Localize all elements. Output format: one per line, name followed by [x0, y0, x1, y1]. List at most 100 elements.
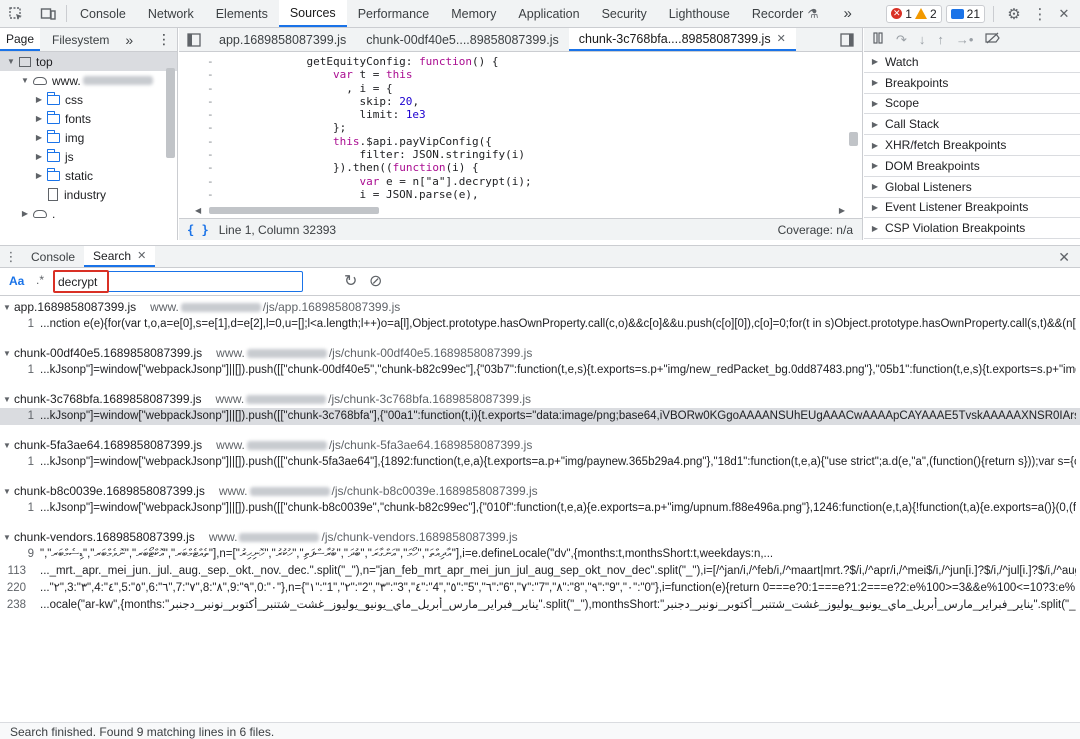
result-file-header[interactable]: ▼ chunk-3c768bfa.1689858087399.js www. /js/…: [0, 390, 1080, 408]
issues-counter[interactable]: ✕ 1 2: [886, 4, 942, 23]
search-match-line[interactable]: 113 ..._mrt._apr._mei_jun._jul._aug._sep.…: [0, 563, 1080, 580]
tab-lighthouse[interactable]: Lighthouse: [658, 0, 741, 27]
hscroll-thumb[interactable]: [209, 207, 379, 214]
debugger-section-breakpoints[interactable]: ▶ Breakpoints: [864, 72, 1080, 94]
device-toolbar-icon[interactable]: [32, 0, 64, 27]
result-file-header[interactable]: ▼ chunk-vendors.1689858087399.js www. /js/c…: [0, 528, 1080, 546]
close-devtools-icon[interactable]: ✕: [1054, 6, 1074, 22]
search-match-line[interactable]: 1 ...kJsonp"]=window["webpackJsonp"]||[])…: [0, 362, 1080, 379]
search-match-line[interactable]: 220 ..."٢",3:"٣",4:"٤",5:"٥",6:"٦",7:"٧",…: [0, 580, 1080, 597]
scroll-left-icon[interactable]: ◀: [195, 206, 201, 215]
code-line: - skip: 20,: [179, 95, 849, 108]
step-icon[interactable]: →•: [956, 32, 974, 47]
code-view[interactable]: - getEquityConfig: function() {- var t =…: [179, 52, 849, 204]
tab-label: Recorder: [751, 6, 804, 21]
tab-recorder[interactable]: Recorder ⚗: [741, 0, 830, 27]
tree-item[interactable]: ▶ static: [0, 166, 177, 185]
clear-search-icon[interactable]: ⊘: [369, 271, 382, 291]
editor-tab[interactable]: chunk-00df40e5....89858087399.js: [356, 28, 569, 51]
tree-item[interactable]: ▶.: [0, 204, 177, 223]
search-match-line[interactable]: 1 ...kJsonp"]=window["webpackJsonp"]||[])…: [0, 500, 1080, 517]
debugger-section-event-listener-breakpoints[interactable]: ▶ Event Listener Breakpoints: [864, 197, 1080, 219]
toggle-navigator-icon[interactable]: [179, 28, 209, 51]
toggle-debugger-icon[interactable]: [832, 28, 862, 51]
tree-item[interactable]: industry: [0, 185, 177, 204]
folder-icon: [46, 129, 60, 143]
result-file-header[interactable]: ▼ app.1689858087399.js www. /js/app.1689858…: [0, 298, 1080, 316]
tab-console[interactable]: Console: [22, 246, 84, 267]
result-file-header[interactable]: ▼ chunk-5fa3ae64.1689858087399.js www. /js/…: [0, 436, 1080, 454]
tab-search[interactable]: Search ✕: [84, 246, 156, 267]
more-navigator-tabs-button[interactable]: »: [119, 28, 139, 51]
tab-filesystem[interactable]: Filesystem: [46, 28, 115, 51]
drawer-menu-icon[interactable]: ⋮: [0, 246, 22, 267]
drawer-tabs: ⋮ Console Search ✕ ✕: [0, 246, 1080, 268]
navigator-menu-icon[interactable]: ⋮: [151, 28, 177, 51]
editor-tabs: app.1689858087399.js chunk-00df40e5....89…: [179, 28, 862, 52]
result-file-header[interactable]: ▼ chunk-b8c0039e.1689858087399.js www. /js/…: [0, 482, 1080, 500]
tree-item[interactable]: ▶ img: [0, 128, 177, 147]
tab-application[interactable]: Application: [507, 0, 590, 27]
inspect-element-icon[interactable]: [0, 0, 32, 27]
debugger-section-dom-breakpoints[interactable]: ▶ DOM Breakpoints: [864, 155, 1080, 177]
settings-gear-icon[interactable]: ⚙: [1002, 5, 1026, 23]
tab-elements[interactable]: Elements: [205, 0, 279, 27]
editor-tab[interactable]: chunk-3c768bfa....89858087399.js ✕: [568, 28, 796, 51]
tree-item[interactable]: ▼ top: [0, 52, 177, 71]
deactivate-breakpoints-icon[interactable]: [985, 32, 1001, 47]
search-match-line[interactable]: 9 ","ތެއްޓެމްބަރ","އޮކްޓޯބަރ","ނޮވެމްބަރ"…: [0, 546, 1080, 563]
close-drawer-icon[interactable]: ✕: [1058, 249, 1070, 266]
step-over-icon[interactable]: ↷: [896, 32, 907, 48]
messages-counter[interactable]: 21: [945, 4, 985, 23]
line-gutter: -: [207, 55, 214, 68]
pretty-print-icon[interactable]: { }: [187, 223, 209, 237]
close-search-tab-icon[interactable]: ✕: [137, 249, 146, 262]
debugger-section-global-listeners[interactable]: ▶ Global Listeners: [864, 176, 1080, 198]
tab-performance[interactable]: Performance: [347, 0, 441, 27]
debugger-section-watch[interactable]: ▶ Watch: [864, 52, 1080, 73]
tree-item[interactable]: ▶ js: [0, 147, 177, 166]
editor-hscrollbar[interactable]: ◀ ▶: [195, 206, 845, 215]
debugger-section-scope[interactable]: ▶ Scope: [864, 93, 1080, 115]
match-case-toggle[interactable]: Aa: [9, 274, 24, 288]
section-label: Scope: [885, 96, 920, 111]
search-input[interactable]: [53, 271, 303, 292]
match-line-number: 113: [7, 565, 26, 577]
editor-vscrollbar[interactable]: [849, 132, 858, 146]
tree-item[interactable]: ▼ www.: [0, 71, 177, 90]
code-line: - filter: JSON.stringify(i): [179, 148, 849, 161]
tab-network[interactable]: Network: [137, 0, 205, 27]
search-match-line[interactable]: 1 ...kJsonp"]=window["webpackJsonp"]||[])…: [0, 454, 1080, 471]
more-tabs-button[interactable]: »: [830, 0, 866, 27]
step-out-icon[interactable]: ↑: [937, 32, 944, 47]
regex-toggle[interactable]: .*: [36, 273, 44, 287]
code-text: getEquityConfig: function() {: [227, 55, 499, 68]
navigator-scrollbar[interactable]: [166, 68, 175, 158]
tree-item[interactable]: ▶ css: [0, 90, 177, 109]
scroll-right-icon[interactable]: ▶: [839, 206, 845, 215]
refresh-search-icon[interactable]: ↻: [344, 271, 357, 291]
tree-item[interactable]: ▶ fonts: [0, 109, 177, 128]
search-match-line[interactable]: 238 ...ocale("ar-kw",{months:"يناير_فبراي…: [0, 597, 1080, 614]
code-text: i = JSON.parse(e),: [227, 187, 479, 201]
close-tab-icon[interactable]: ✕: [777, 32, 786, 45]
tab-label: Performance: [357, 6, 430, 21]
tab-console[interactable]: Console: [69, 0, 137, 27]
editor-tab[interactable]: app.1689858087399.js: [209, 28, 356, 51]
search-match-line[interactable]: 1 ...nction e(e){for(var t,o,a=e[0],s=e[1…: [0, 316, 1080, 333]
tab-security[interactable]: Security: [591, 0, 658, 27]
customize-menu-icon[interactable]: ⋮: [1030, 5, 1050, 23]
search-match-line[interactable]: 1 ...kJsonp"]=window["webpackJsonp"]||[])…: [0, 408, 1080, 425]
redacted-text: [180, 302, 261, 312]
folder-icon: [46, 91, 60, 105]
debugger-section-csp-violation-breakpoints[interactable]: ▶ CSP Violation Breakpoints: [864, 218, 1080, 240]
debugger-section-xhr-fetch-breakpoints[interactable]: ▶ XHR/fetch Breakpoints: [864, 135, 1080, 156]
tab-page[interactable]: Page: [0, 28, 41, 51]
tab-memory[interactable]: Memory: [440, 0, 507, 27]
result-file-header[interactable]: ▼ chunk-00df40e5.1689858087399.js www. /js/…: [0, 344, 1080, 362]
step-into-icon[interactable]: ↓: [919, 32, 926, 47]
debugger-section-call-stack[interactable]: ▶ Call Stack: [864, 114, 1080, 136]
tab-sources[interactable]: Sources: [278, 0, 347, 27]
pause-icon[interactable]: [872, 32, 884, 47]
result-file-host: www.: [216, 438, 245, 452]
